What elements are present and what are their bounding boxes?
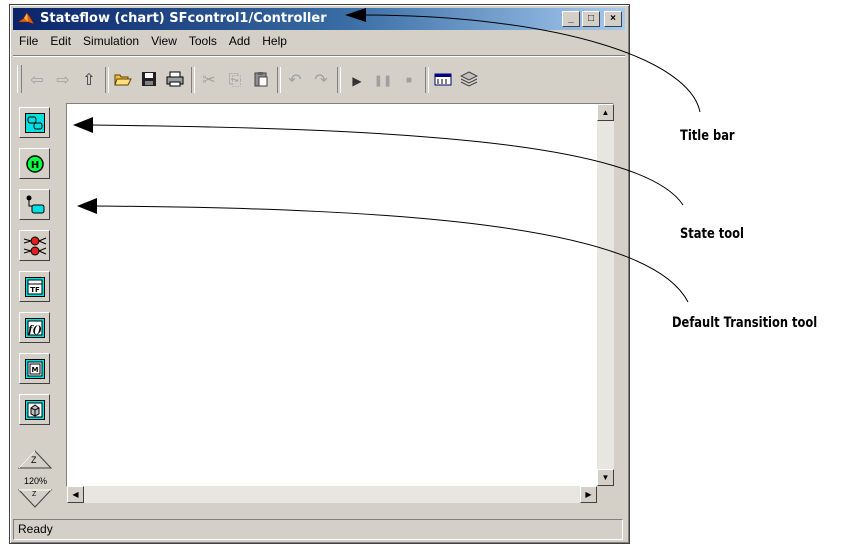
default-transition-arrowhead-icon — [77, 198, 97, 214]
state-tool-arrowhead-icon — [73, 117, 93, 133]
callout-arrows — [73, 8, 701, 303]
state-tool-annotation: State tool — [680, 226, 744, 242]
title-bar-arrowhead-icon — [345, 8, 366, 22]
title-bar-annotation: Title bar — [680, 128, 735, 144]
default-transition-callout-line — [89, 205, 689, 303]
title-bar-callout-line — [359, 14, 701, 113]
state-tool-callout-line — [89, 124, 684, 206]
default-transition-tool-annotation: Default Transition tool — [672, 315, 818, 331]
